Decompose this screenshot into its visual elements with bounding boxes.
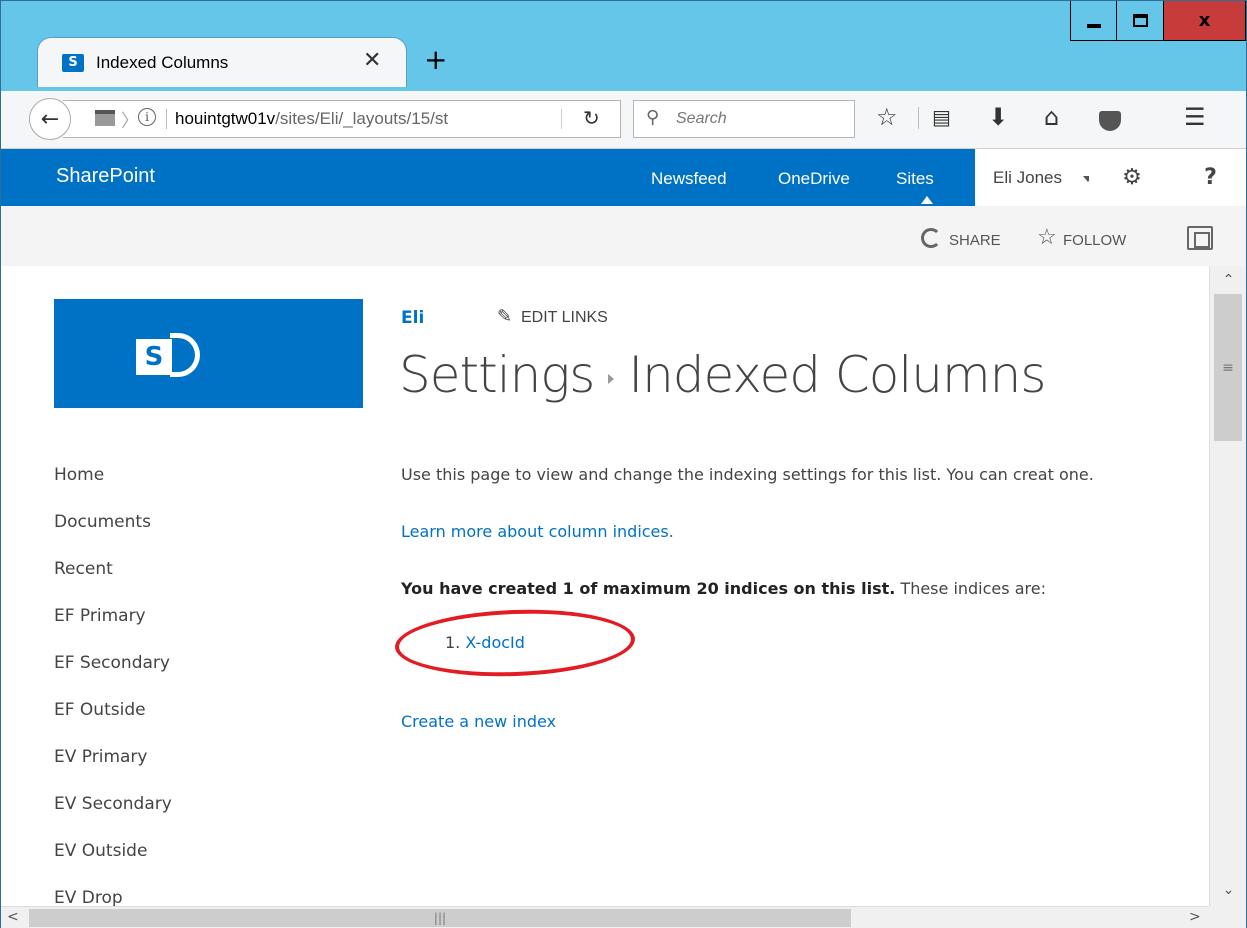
new-tab-button[interactable]: + bbox=[424, 43, 447, 76]
quick-launch-home[interactable]: Home bbox=[54, 463, 172, 510]
create-index-link[interactable]: Create a new index bbox=[401, 712, 556, 731]
quick-launch-documents[interactable]: Documents bbox=[54, 510, 172, 557]
hamburger-menu-icon[interactable]: ☰ bbox=[1184, 105, 1206, 129]
star-icon[interactable]: ☆ bbox=[876, 105, 898, 129]
vertical-scrollbar[interactable]: ⌃ ≡ ⌄ bbox=[1209, 266, 1246, 906]
page-title: Settings Indexed Columns bbox=[399, 346, 1046, 404]
browser-window: x S Indexed Columns ✕ + 〉 i houintgtw01v… bbox=[0, 0, 1247, 928]
site-identity-icon[interactable] bbox=[95, 110, 115, 126]
share-button[interactable]: SHARE bbox=[949, 232, 1001, 249]
url-divider bbox=[561, 109, 562, 129]
suite-link-newsfeed[interactable]: Newsfeed bbox=[651, 169, 727, 189]
url-divider bbox=[166, 109, 167, 129]
help-icon: ? bbox=[1204, 165, 1217, 190]
index-summary-rest: These indices are: bbox=[895, 579, 1046, 598]
sharepoint-brand[interactable]: SharePoint bbox=[56, 165, 155, 188]
quick-launch-recent[interactable]: Recent bbox=[54, 557, 172, 604]
edit-links-button[interactable]: EDIT LINKS bbox=[521, 309, 608, 327]
back-button[interactable]: ← bbox=[29, 98, 71, 140]
suite-link-onedrive[interactable]: OneDrive bbox=[778, 169, 850, 189]
toolbar-divider bbox=[918, 107, 919, 129]
scrollbar-corner bbox=[1209, 906, 1246, 928]
active-indicator-icon bbox=[921, 196, 933, 204]
page-description: Use this page to view and change the ind… bbox=[401, 465, 1094, 484]
pencil-icon[interactable]: ✎ bbox=[497, 306, 512, 327]
breadcrumb-site-link[interactable]: Eli bbox=[401, 308, 424, 328]
maximize-icon bbox=[1132, 14, 1148, 27]
reading-list-icon[interactable]: ▤ bbox=[932, 105, 951, 129]
tab-title: Indexed Columns bbox=[96, 52, 229, 72]
search-placeholder: Search bbox=[676, 110, 727, 127]
reload-icon[interactable]: ↻ bbox=[583, 106, 600, 130]
highlight-annotation bbox=[393, 605, 637, 681]
quick-launch: Home Documents Recent EF Primary EF Seco… bbox=[54, 463, 172, 906]
url-path: /sites/Eli/_layouts/15/st bbox=[275, 109, 449, 128]
sharepoint-favicon-icon: S bbox=[62, 53, 84, 72]
quick-launch-ev-secondary[interactable]: EV Secondary bbox=[54, 792, 172, 839]
quick-launch-ev-drop[interactable]: EV Drop bbox=[54, 886, 172, 906]
sharepoint-logo-letter: S bbox=[136, 339, 172, 375]
scroll-right-icon[interactable]: > bbox=[1189, 909, 1201, 925]
quick-launch-ev-primary[interactable]: EV Primary bbox=[54, 745, 172, 792]
home-icon[interactable]: ⌂ bbox=[1044, 105, 1059, 129]
title-current: Indexed Columns bbox=[628, 346, 1046, 404]
info-icon[interactable]: i bbox=[138, 108, 156, 126]
url-host: houintgtw01v bbox=[175, 109, 276, 128]
url-text[interactable]: houintgtw01v/sites/Eli/_layouts/15/st bbox=[175, 109, 535, 129]
help-button[interactable]: ? bbox=[1175, 149, 1246, 206]
download-icon[interactable]: ⬇ bbox=[988, 105, 1008, 129]
focus-on-content-icon[interactable] bbox=[1187, 226, 1213, 250]
quick-launch-ef-outside[interactable]: EF Outside bbox=[54, 698, 172, 745]
quick-launch-ef-primary[interactable]: EF Primary bbox=[54, 604, 172, 651]
title-bar: x S Indexed Columns ✕ + bbox=[1, 1, 1246, 91]
follow-star-icon[interactable]: ☆ bbox=[1037, 224, 1057, 250]
share-icon[interactable] bbox=[921, 228, 941, 248]
follow-button[interactable]: FOLLOW bbox=[1063, 232, 1126, 249]
scroll-down-icon[interactable]: ⌄ bbox=[1210, 876, 1247, 904]
site-logo[interactable]: S bbox=[54, 299, 363, 408]
search-icon: ⚲ bbox=[646, 107, 660, 128]
vertical-scroll-thumb[interactable]: ≡ bbox=[1214, 294, 1242, 441]
pocket-icon[interactable] bbox=[1099, 111, 1121, 131]
breadcrumb-arrow-icon bbox=[608, 373, 615, 384]
scroll-up-icon[interactable]: ⌃ bbox=[1210, 266, 1247, 294]
close-window-button[interactable]: x bbox=[1164, 1, 1246, 41]
chevron-right-icon: 〉 bbox=[121, 111, 139, 132]
minimize-icon bbox=[1086, 23, 1101, 28]
horizontal-scroll-thumb[interactable]: ||| bbox=[29, 909, 851, 927]
page-content: S Home Documents Recent EF Primary EF Se… bbox=[1, 266, 1209, 906]
settings-gear-button[interactable]: ⚙ bbox=[1089, 149, 1175, 206]
browser-tab[interactable]: S Indexed Columns ✕ bbox=[37, 37, 407, 87]
minimize-button[interactable] bbox=[1070, 1, 1117, 41]
title-settings-link[interactable]: Settings bbox=[399, 346, 595, 404]
suite-link-sites[interactable]: Sites bbox=[896, 169, 934, 189]
gear-icon: ⚙ bbox=[1122, 165, 1142, 190]
quick-launch-ef-secondary[interactable]: EF Secondary bbox=[54, 651, 172, 698]
quick-launch-ev-outside[interactable]: EV Outside bbox=[54, 839, 172, 886]
index-summary-bold: You have created 1 of maximum 20 indices… bbox=[401, 579, 896, 598]
user-menu[interactable]: Eli Jones bbox=[975, 149, 1093, 206]
scroll-left-icon[interactable]: < bbox=[7, 909, 19, 925]
back-arrow-icon: ← bbox=[40, 106, 60, 132]
url-bar[interactable]: 〉 i houintgtw01v/sites/Eli/_layouts/15/s… bbox=[63, 100, 621, 138]
index-summary: You have created 1 of maximum 20 indices… bbox=[401, 579, 1046, 598]
search-input[interactable]: ⚲ Search bbox=[633, 100, 855, 138]
tab-close-icon[interactable]: ✕ bbox=[363, 48, 381, 73]
learn-more-link[interactable]: Learn more about column indices. bbox=[401, 522, 674, 541]
sharepoint-logo-arrow-icon bbox=[170, 333, 200, 377]
page-action-bar: SHARE ☆ FOLLOW bbox=[1, 206, 1246, 266]
user-name: Eli Jones bbox=[993, 168, 1062, 187]
maximize-button[interactable] bbox=[1117, 1, 1164, 41]
navigation-bar: 〉 i houintgtw01v/sites/Eli/_layouts/15/s… bbox=[1, 91, 1246, 149]
horizontal-scrollbar[interactable]: < ||| > bbox=[1, 906, 1209, 928]
